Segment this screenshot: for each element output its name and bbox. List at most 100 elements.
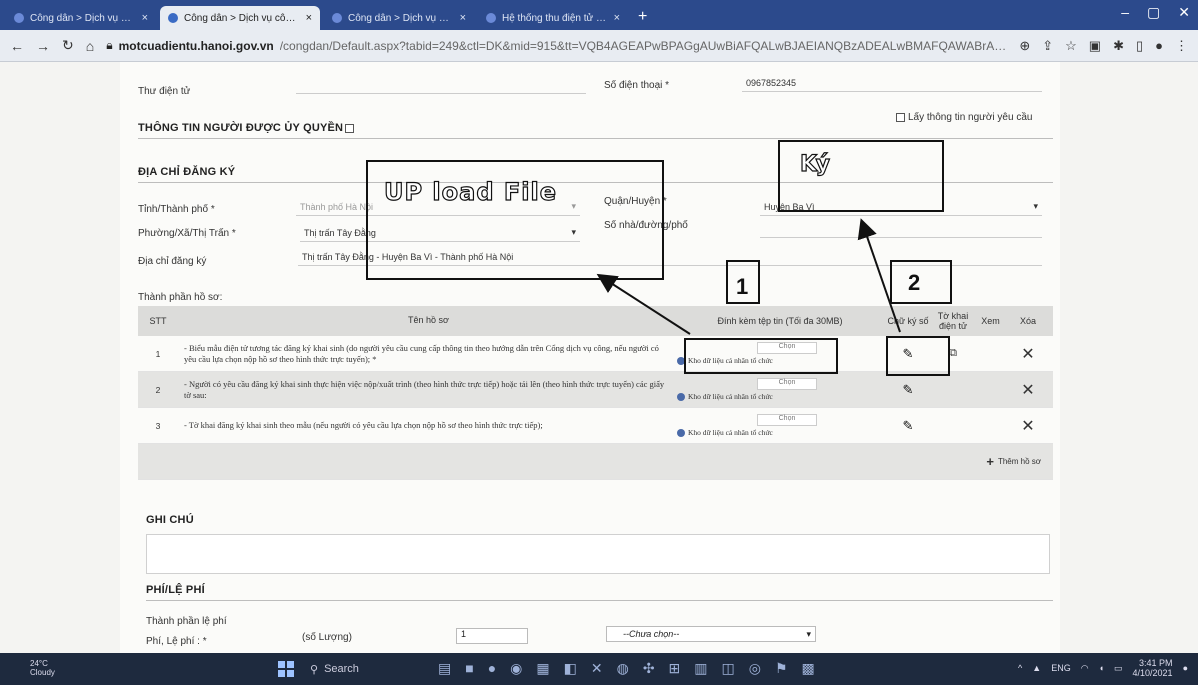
notification-icon[interactable]: ● bbox=[1183, 663, 1188, 673]
plus-icon: + bbox=[986, 454, 994, 469]
new-tab-button[interactable]: + bbox=[638, 8, 647, 26]
app-icon[interactable]: ✣ bbox=[643, 660, 655, 677]
wifi-icon[interactable]: ◠ bbox=[1081, 663, 1089, 674]
personal-store-link[interactable]: Kho dữ liệu cá nhân tổ chức bbox=[677, 392, 883, 401]
browser-tabbar: Công dân > Dịch vụ công > Thủ× Công dân … bbox=[0, 0, 1198, 30]
volume-icon[interactable]: ◖ bbox=[1099, 663, 1104, 673]
attach-annotation-box bbox=[684, 338, 838, 374]
attach-cell: Chọn Kho dữ liệu cá nhân tổ chức bbox=[673, 414, 883, 437]
profile-icon[interactable]: ● bbox=[1155, 38, 1163, 54]
clock[interactable]: 3:41 PM 4/10/2021 bbox=[1133, 658, 1173, 679]
app-icon[interactable]: ⊞ bbox=[669, 660, 681, 677]
puzzle-icon[interactable]: ✱ bbox=[1113, 38, 1124, 54]
bookmark-star-icon[interactable]: ☆ bbox=[1065, 38, 1077, 54]
pencil-icon[interactable]: ✎ bbox=[903, 382, 914, 397]
globe-icon bbox=[332, 13, 342, 23]
divider bbox=[138, 138, 1053, 139]
street-field[interactable] bbox=[760, 220, 1042, 238]
language-indicator[interactable]: ENG bbox=[1051, 663, 1071, 673]
fee-select[interactable]: --Chưa chọn-- ▾ bbox=[606, 626, 816, 642]
close-icon[interactable]: × bbox=[142, 12, 148, 24]
battery-icon[interactable]: ▭ bbox=[1114, 663, 1123, 674]
chrome-icon[interactable]: ◉ bbox=[510, 660, 522, 677]
fee-component-label: Thành phần lệ phí bbox=[146, 616, 227, 627]
app-icon[interactable]: ▥ bbox=[694, 660, 707, 677]
app-icon[interactable]: ▩ bbox=[802, 660, 815, 677]
zoom-icon[interactable]: ⊕ bbox=[1019, 38, 1030, 54]
maximize-icon[interactable]: ▢ bbox=[1147, 4, 1160, 21]
close-icon[interactable]: × bbox=[460, 12, 466, 24]
dossier-title: Thành phần hồ sơ: bbox=[138, 292, 223, 303]
globe-icon bbox=[14, 13, 24, 23]
os-taskbar: 24°C Cloudy ⚲ Search ▤ ■ ● ◉ ▦ ◧ ✕ ◍ ✣ ⊞ ▥… bbox=[0, 653, 1198, 685]
app-icon[interactable]: ◫ bbox=[722, 660, 735, 677]
back-icon[interactable]: ← bbox=[10, 38, 24, 54]
browser-tab[interactable]: Công dân > Dịch vụ công > Thủ× bbox=[6, 6, 156, 30]
pencil-icon[interactable]: ✎ bbox=[903, 418, 914, 433]
browser-tab[interactable]: Công dân > Dịch vụ công > Thủ× bbox=[324, 6, 474, 30]
upload-annotation-text: UP load File bbox=[383, 177, 558, 206]
authorized-section-title: THÔNG TIN NGƯỜI ĐƯỢC ỦY QUYỀN bbox=[138, 122, 355, 134]
choose-file-button[interactable]: Chọn bbox=[757, 378, 817, 390]
reload-icon[interactable]: ↻ bbox=[62, 37, 74, 54]
divider bbox=[146, 600, 1053, 601]
globe-icon bbox=[168, 13, 178, 23]
browser-extensions: ⊕ ⇪ ☆ ▣ ✱ ▯ ● ⋮ bbox=[1019, 38, 1188, 54]
dropdown-arrow-icon: ▾ bbox=[1033, 201, 1038, 211]
viettel-icon bbox=[486, 13, 496, 23]
close-window-icon[interactable]: ✕ bbox=[1178, 4, 1190, 21]
close-icon[interactable]: × bbox=[306, 12, 312, 24]
app-icon[interactable]: ▦ bbox=[536, 660, 549, 677]
weather-widget[interactable]: 24°C Cloudy bbox=[0, 659, 90, 678]
dossier-table: STT Tên hồ sơ Đính kèm tệp tin (Tối đa 3… bbox=[138, 306, 1053, 480]
delete-icon[interactable]: ✕ bbox=[1008, 344, 1048, 364]
start-button[interactable] bbox=[278, 661, 294, 677]
app-icon[interactable]: ● bbox=[488, 660, 496, 677]
home-icon[interactable]: ⌂ bbox=[86, 38, 94, 54]
forward-icon[interactable]: → bbox=[36, 38, 50, 54]
sign-cell-annotation-box bbox=[886, 336, 950, 376]
url-input[interactable]: 🔒︎ motcuadientu.hanoi.gov.vn/congdan/Def… bbox=[106, 34, 1007, 58]
add-dossier-button[interactable]: + Thêm hồ sơ bbox=[986, 454, 1041, 469]
extension-icon[interactable]: ▣ bbox=[1089, 38, 1101, 54]
zalo-icon[interactable]: ◍ bbox=[617, 660, 629, 677]
personal-store-link[interactable]: Kho dữ liệu cá nhân tổ chức bbox=[677, 428, 883, 437]
full-address-label: Địa chỉ đăng ký bbox=[138, 256, 207, 267]
annotation-box-2 bbox=[890, 260, 952, 304]
app-icon[interactable]: ◎ bbox=[749, 660, 761, 677]
browser-tab-active[interactable]: Công dân > Dịch vụ công > Thủ× bbox=[160, 6, 320, 30]
notes-textarea[interactable] bbox=[146, 534, 1050, 574]
menu-icon[interactable]: ⋮ bbox=[1175, 38, 1188, 54]
email-field[interactable] bbox=[296, 76, 586, 94]
copy-requester-checkbox[interactable] bbox=[896, 112, 905, 122]
email-label: Thư điện tử bbox=[138, 86, 191, 97]
phone-field[interactable]: 0967852345 bbox=[742, 74, 1042, 92]
choose-file-button[interactable]: Chọn bbox=[757, 414, 817, 426]
quantity-input[interactable]: 1 bbox=[456, 628, 528, 644]
app-icon[interactable]: ▤ bbox=[438, 660, 451, 677]
delete-icon[interactable]: ✕ bbox=[1008, 416, 1048, 436]
page-viewport: Thư điện tử Số điện thoại * 0967852345 T… bbox=[0, 62, 1198, 653]
dropdown-arrow-icon: ▾ bbox=[806, 628, 811, 639]
app-icon[interactable]: ⚑ bbox=[775, 660, 788, 677]
taskbar-search[interactable]: ⚲ Search bbox=[310, 659, 420, 679]
app-icon[interactable]: ◧ bbox=[564, 660, 577, 677]
fee-label: Phí, Lệ phí : * bbox=[146, 636, 207, 647]
network-icon[interactable]: ▲ bbox=[1032, 663, 1041, 673]
taskbar-apps: ▤ ■ ● ◉ ▦ ◧ ✕ ◍ ✣ ⊞ ▥ ◫ ◎ ⚑ ▩ bbox=[438, 660, 815, 677]
ward-label: Phường/Xã/Thị Trấn * bbox=[138, 228, 236, 239]
form-icon[interactable]: ⧉ bbox=[949, 347, 957, 359]
minimize-icon[interactable]: – bbox=[1121, 4, 1129, 21]
excel-icon[interactable]: ✕ bbox=[591, 660, 603, 677]
authorized-checkbox[interactable] bbox=[345, 123, 355, 133]
close-icon[interactable]: × bbox=[614, 12, 620, 24]
app-icon[interactable]: ■ bbox=[465, 660, 473, 677]
address-bar: ← → ↻ ⌂ 🔒︎ motcuadientu.hanoi.gov.vn/con… bbox=[0, 30, 1198, 62]
copy-requester-option[interactable]: Lấy thông tin người yêu cầu bbox=[894, 112, 1032, 123]
delete-icon[interactable]: ✕ bbox=[1008, 380, 1048, 400]
share-icon[interactable]: ⇪ bbox=[1042, 38, 1053, 54]
browser-tab[interactable]: Hệ thống thu điện tử Viettel× bbox=[478, 6, 628, 30]
sidebar-icon[interactable]: ▯ bbox=[1136, 38, 1143, 54]
table-footer-row: + Thêm hồ sơ bbox=[138, 444, 1053, 480]
chevron-up-icon[interactable]: ^ bbox=[1018, 663, 1022, 673]
